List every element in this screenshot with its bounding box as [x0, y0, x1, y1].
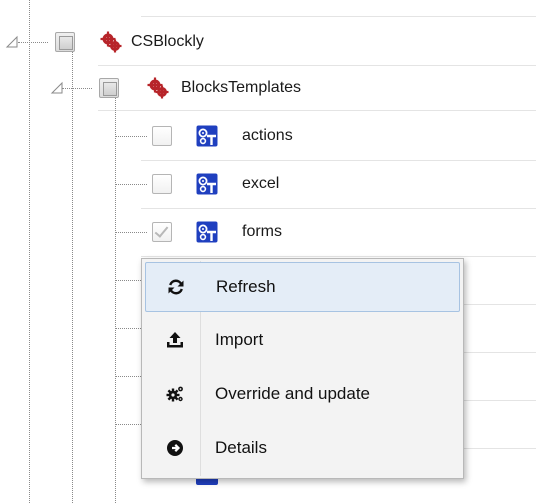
node-checkbox[interactable]: [55, 32, 75, 52]
tree-branch-line: [115, 424, 141, 425]
context-menu: Refresh Import Override and update Detai…: [141, 258, 464, 479]
row-separator: [98, 110, 536, 111]
gears-icon: [100, 31, 122, 53]
gears-icon: [147, 77, 169, 99]
node-checkbox[interactable]: [152, 222, 172, 242]
row-separator: [141, 256, 536, 257]
menu-item-import[interactable]: Import: [145, 316, 460, 366]
row-separator: [98, 65, 536, 66]
tree-branch-line: [62, 88, 92, 89]
row-separator: [464, 400, 536, 401]
row-separator: [141, 208, 536, 209]
tree-branch-line: [18, 42, 48, 43]
node-label[interactable]: forms: [242, 222, 282, 242]
template-icon: [196, 221, 218, 243]
row-separator: [464, 352, 536, 353]
refresh-icon: [168, 279, 184, 295]
upload-icon: [167, 332, 183, 348]
row-separator: [141, 16, 536, 17]
row-separator: [464, 448, 536, 449]
tree-guide-line: [29, 0, 30, 503]
node-checkbox[interactable]: [152, 174, 172, 194]
node-label[interactable]: CSBlockly: [131, 32, 204, 52]
row-separator: [464, 304, 536, 305]
template-icon: [196, 479, 218, 485]
tree-branch-line: [115, 136, 147, 137]
menu-item-label: Details: [215, 438, 267, 457]
tree-guide-line: [115, 94, 116, 503]
tree-branch-line: [115, 280, 141, 281]
menu-item-details[interactable]: Details: [145, 424, 460, 474]
menu-item-label: Refresh: [216, 277, 276, 296]
node-label[interactable]: excel: [242, 174, 279, 194]
node-checkbox[interactable]: [99, 78, 119, 98]
template-icon: [196, 125, 218, 147]
expanded-triangle-icon[interactable]: [5, 35, 19, 49]
arrow-circle-right-icon: [167, 440, 183, 456]
tree-branch-line: [115, 328, 141, 329]
expanded-triangle-icon[interactable]: [50, 81, 64, 95]
tree-branch-line: [115, 376, 141, 377]
node-label[interactable]: actions: [242, 126, 293, 146]
tree-guide-line: [72, 48, 73, 503]
menu-item-label: Override and update: [215, 384, 370, 403]
row-separator: [141, 160, 536, 161]
tree-branch-line: [115, 232, 147, 233]
menu-item-label: Import: [215, 330, 264, 349]
template-icon: [196, 173, 218, 195]
tree-branch-line: [115, 184, 147, 185]
menu-item-refresh[interactable]: Refresh: [145, 262, 460, 312]
node-label[interactable]: BlocksTemplates: [181, 78, 301, 98]
node-checkbox[interactable]: [152, 126, 172, 146]
cogs-icon: [166, 386, 183, 402]
menu-item-override-and-update[interactable]: Override and update: [145, 370, 460, 420]
